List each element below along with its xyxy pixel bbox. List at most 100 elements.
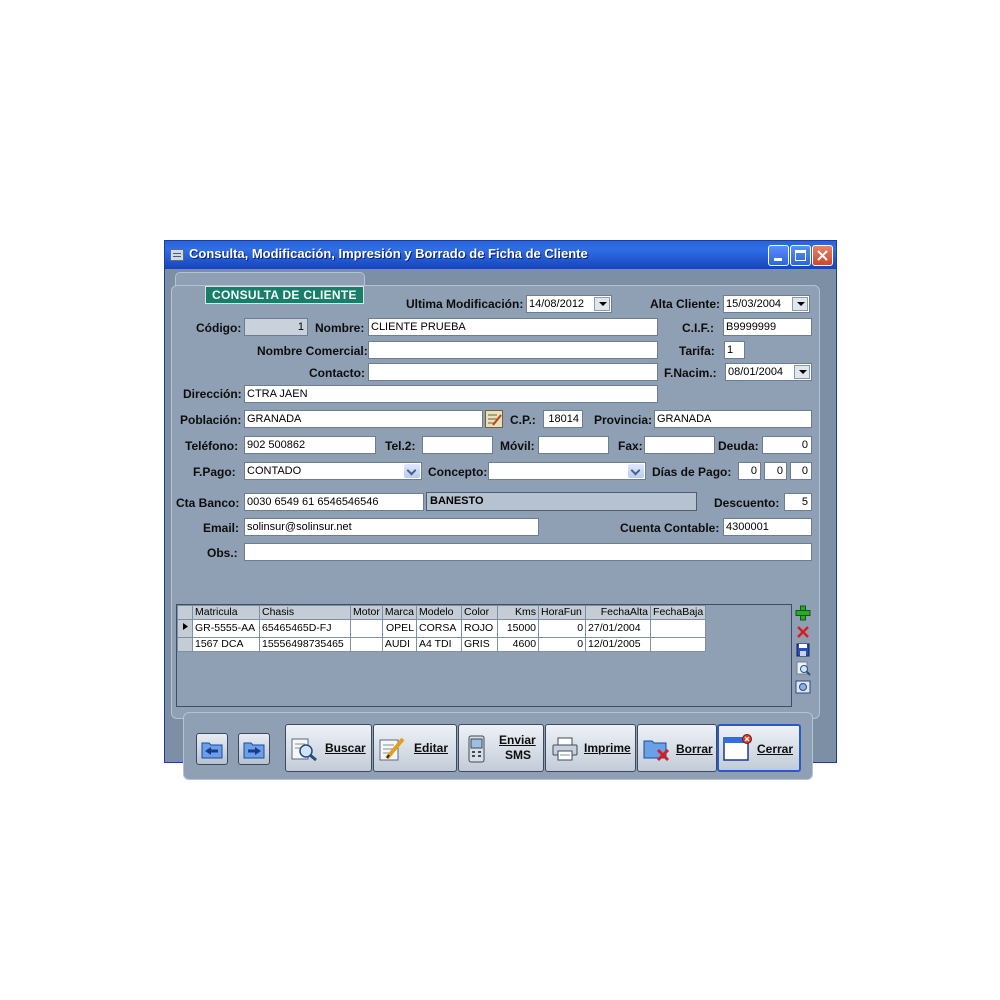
enviar-label: Enviar [499,733,536,747]
editar-label: Editar [414,741,449,755]
descuento-field[interactable]: 5 [784,493,812,511]
table-cell[interactable]: OPEL [381,619,418,638]
descuento-label: Descuento: [714,496,780,510]
column-header[interactable]: Motor [350,605,383,620]
cp-field[interactable]: 18014 [543,410,583,428]
column-header[interactable]: HoraFun [538,605,587,620]
borrar-label: Borrar [676,742,713,756]
cuenta-contable-field[interactable]: 4300001 [723,518,812,536]
deuda-field[interactable]: 0 [762,436,812,454]
action-toolbar: Buscar Editar Enviar SMS Imprime Borrar … [183,712,813,780]
previous-record-button[interactable] [196,733,228,765]
nombre-comercial-field[interactable] [368,341,658,359]
window-title: Consulta, Modificación, Impresión y Borr… [189,246,588,261]
editar-button[interactable]: Editar [373,724,457,772]
table-cell[interactable] [350,637,383,652]
imprime-label: Imprime [584,741,631,755]
fnacim-value: 08/01/2004 [728,366,784,378]
table-cell[interactable] [650,619,707,638]
dias-pago-2-field[interactable]: 0 [764,462,787,480]
borrar-button[interactable]: Borrar [637,724,717,772]
next-record-button[interactable] [238,733,270,765]
tarifa-field[interactable]: 1 [724,341,745,359]
tel2-field[interactable] [422,436,493,454]
cif-field[interactable]: B9999999 [723,318,812,336]
close-window-button[interactable] [812,245,833,266]
fnacim-select[interactable]: 08/01/2004 [725,363,812,381]
telefono-field[interactable]: 902 500862 [244,436,376,454]
table-cell[interactable]: GR-5555-AA [192,619,260,638]
cta-banco-field[interactable]: 0030 6549 61 6546546546 [244,493,424,511]
deuda-label: Deuda: [718,439,759,453]
mobile-phone-icon [468,735,485,763]
table-cell[interactable]: 15556498735465 [259,637,351,652]
alta-cliente-value: 15/03/2004 [726,298,782,310]
table-cell[interactable] [650,637,707,652]
save-icon[interactable] [795,642,811,658]
column-header[interactable]: Color [461,605,499,620]
table-cell[interactable]: ROJO [461,619,499,638]
maximize-button[interactable] [790,245,811,266]
edit-list-icon[interactable] [485,410,503,428]
table-cell[interactable]: A4 TDI [416,637,463,652]
concepto-select[interactable] [488,462,646,480]
dias-pago-1-field[interactable]: 0 [738,462,761,480]
column-header[interactable]: Matricula [192,605,260,620]
table-cell[interactable]: CORSA [416,619,463,638]
email-field[interactable]: solinsur@solinsur.net [244,518,539,536]
column-header[interactable]: Modelo [416,605,463,620]
table-cell[interactable]: 0 [538,637,587,652]
banco-name-display: BANESTO [426,492,697,511]
chevron-down-icon[interactable] [628,464,644,478]
chevron-down-icon[interactable] [594,297,610,311]
table-cell[interactable]: 1567 DCA [192,637,260,652]
title-bar[interactable]: Consulta, Modificación, Impresión y Borr… [165,241,836,269]
movil-field[interactable] [538,436,609,454]
chevron-down-icon[interactable] [794,365,810,379]
chevron-down-icon[interactable] [404,464,420,478]
enviar-sms-button[interactable]: Enviar SMS [458,724,544,772]
ultima-modificacion-label: Ultima Modificación: [406,297,524,311]
direccion-field[interactable]: CTRA JAEN [244,385,658,403]
column-header[interactable]: Chasis [259,605,351,620]
buscar-button[interactable]: Buscar [285,724,372,772]
add-icon[interactable] [795,605,811,621]
table-cell[interactable]: 4600 [497,637,540,652]
minimize-button[interactable] [768,245,789,266]
column-header[interactable]: FechaAlta [585,605,652,620]
table-cell[interactable] [350,619,383,638]
contacto-field[interactable] [368,363,658,381]
table-row[interactable]: GR-5555-AA 65465465D-FJ OPEL CORSA ROJO … [177,619,707,638]
fpago-select[interactable]: CONTADO [244,462,422,480]
poblacion-field[interactable]: GRANADA [244,410,483,428]
chevron-down-icon[interactable] [792,297,808,311]
ultima-modificacion-select[interactable]: 14/08/2012 [526,295,612,313]
table-cell[interactable]: 65465465D-FJ [259,619,351,638]
fax-field[interactable] [644,436,715,454]
dias-pago-3-field[interactable]: 0 [790,462,812,480]
column-header[interactable]: Kms [497,605,540,620]
row-indicator [177,637,193,652]
table-cell[interactable]: 27/01/2004 [585,619,652,638]
table-cell[interactable]: AUDI [381,637,418,652]
provincia-field[interactable]: GRANADA [654,410,812,428]
alta-cliente-select[interactable]: 15/03/2004 [723,295,810,313]
preview-icon[interactable] [795,679,811,695]
nombre-field[interactable]: CLIENTE PRUEBA [368,318,658,336]
cerrar-button[interactable]: Cerrar [717,724,801,772]
table-header-row: Matricula Chasis Motor Marca Modelo Colo… [177,605,707,620]
vehicles-grid[interactable]: Matricula Chasis Motor Marca Modelo Colo… [176,604,792,707]
minimize-icon [774,258,782,261]
imprime-button[interactable]: Imprime [545,724,636,772]
search-icon[interactable] [795,660,811,676]
column-header[interactable]: FechaBaja [650,605,707,620]
column-header[interactable]: Marca [381,605,418,620]
delete-icon[interactable] [795,624,811,640]
table-row[interactable]: 1567 DCA 15556498735465 AUDI A4 TDI GRIS… [177,637,707,652]
table-cell[interactable]: GRIS [461,637,499,652]
table-cell[interactable]: 0 [538,619,587,638]
table-cell[interactable]: 15000 [497,619,540,638]
table-cell[interactable]: 12/01/2005 [585,637,652,652]
obs-field[interactable] [244,543,812,561]
poblacion-label: Población: [180,413,242,427]
